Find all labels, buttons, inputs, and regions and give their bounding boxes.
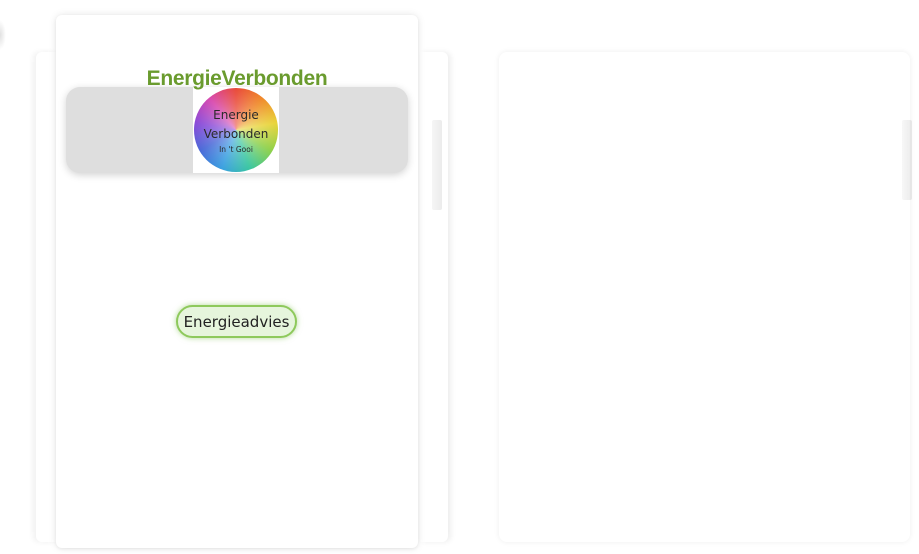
background-card-left — [36, 52, 58, 542]
left-edge-shadow — [0, 20, 6, 50]
side-card-right-fold — [902, 120, 912, 200]
background-card-middle-fold — [432, 120, 442, 210]
energieadvies-button[interactable]: Energieadvies — [176, 305, 297, 338]
logo-text-gooi: In 't Gooi — [219, 145, 253, 154]
page-title: EnergieVerbonden — [146, 67, 328, 90]
logo-circle: Energie Verbonden In 't Gooi — [194, 88, 278, 172]
logo-text-energie: Energie — [213, 108, 259, 122]
app-screen: Energie Verbonden In 't Gooi EnergieVerb… — [0, 0, 919, 554]
logo-text-verbonden: Verbonden — [203, 127, 269, 141]
main-card: Energie Verbonden In 't Gooi EnergieVerb… — [56, 15, 418, 548]
logo: Energie Verbonden In 't Gooi — [193, 87, 279, 173]
side-card-right[interactable] — [499, 52, 910, 542]
